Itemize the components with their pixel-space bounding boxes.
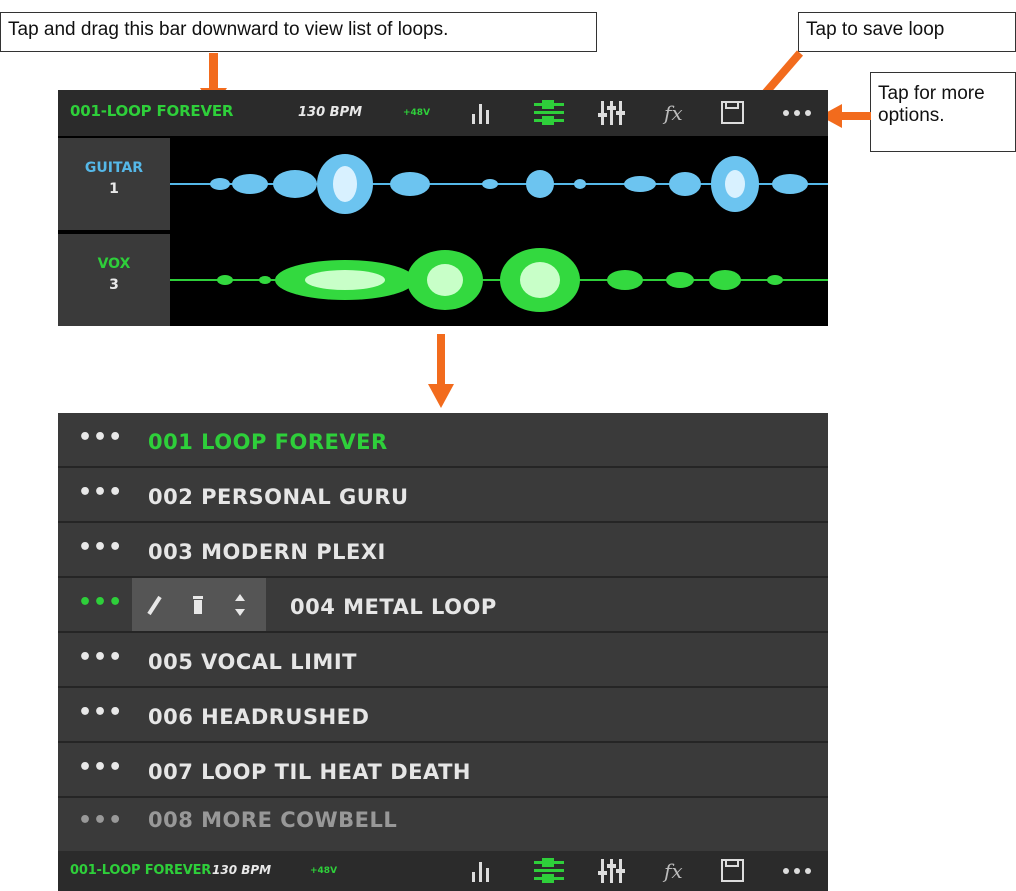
track-number: 1 — [109, 181, 119, 197]
loop-name: 003 MODERN PLEXI — [148, 540, 386, 564]
more-icon[interactable] — [782, 108, 816, 118]
track-label-guitar[interactable]: GUITAR 1 — [58, 138, 170, 230]
fx-icon[interactable]: fx — [662, 99, 688, 127]
tracks-icon[interactable] — [532, 857, 566, 885]
edit-tools — [132, 578, 266, 631]
more-options-dots[interactable]: ••• — [78, 425, 123, 450]
save-icon[interactable] — [720, 858, 746, 884]
loop-name: 001 LOOP FOREVER — [148, 430, 388, 454]
list-item[interactable]: ••• 002 PERSONAL GURU — [58, 468, 828, 523]
more-options-dots[interactable]: ••• — [78, 700, 123, 725]
list-item[interactable]: ••• 001 LOOP FOREVER — [58, 413, 828, 468]
list-item[interactable]: ••• 007 LOOP TIL HEAT DEATH — [58, 743, 828, 798]
mixer-icon[interactable] — [598, 99, 626, 127]
reorder-icon[interactable] — [232, 592, 248, 618]
more-options-dots[interactable]: ••• — [78, 645, 123, 670]
bpm-display: 130 BPM — [298, 105, 363, 120]
drag-arrow-shaft — [209, 53, 218, 93]
rename-icon[interactable] — [146, 594, 164, 616]
loop-name: 002 PERSONAL GURU — [148, 485, 409, 509]
loop-name: 005 VOCAL LIMIT — [148, 650, 357, 674]
more-options-dots[interactable]: ••• — [78, 480, 123, 505]
trash-icon[interactable] — [189, 594, 207, 616]
looper-screen: 001-LOOP FOREVER 130 BPM +48V fx GUITAR … — [58, 90, 828, 326]
track-label-vox[interactable]: VOX 3 — [58, 234, 170, 326]
loop-name: 001-LOOP FOREVER — [70, 863, 212, 878]
more-icon[interactable] — [782, 866, 816, 876]
loop-title-bar[interactable]: 001-LOOP FOREVER 130 BPM +48V fx — [58, 851, 828, 891]
list-arrow-head — [428, 384, 454, 408]
levels-icon[interactable] — [470, 100, 496, 126]
save-icon[interactable] — [720, 100, 746, 126]
mixer-icon[interactable] — [598, 857, 626, 885]
loop-name: 004 METAL LOOP — [290, 595, 497, 619]
list-item[interactable]: ••• 005 VOCAL LIMIT — [58, 633, 828, 688]
more-options-dots[interactable]: ••• — [78, 535, 123, 560]
svg-text:fx: fx — [662, 101, 683, 125]
tracks-icon[interactable] — [532, 99, 566, 127]
loop-title-bar[interactable]: 001-LOOP FOREVER 130 BPM +48V fx — [58, 90, 828, 136]
more-options-dots[interactable]: ••• — [78, 808, 123, 833]
vox-waveform — [170, 248, 828, 312]
more-options-dots[interactable]: ••• — [78, 755, 123, 780]
levels-icon[interactable] — [470, 858, 496, 884]
list-item[interactable]: ••• 006 HEADRUSHED — [58, 688, 828, 743]
phantom-power: +48V — [310, 866, 338, 876]
track-name: GUITAR — [84, 160, 144, 176]
list-item-editing[interactable]: ••• 004 METAL LOOP — [58, 578, 828, 633]
fx-icon[interactable]: fx — [662, 857, 688, 885]
more-options-dots[interactable]: ••• — [78, 590, 123, 615]
svg-text:fx: fx — [662, 859, 683, 883]
track-number: 3 — [109, 277, 119, 293]
phantom-power: +48V — [403, 108, 431, 118]
guitar-waveform — [170, 154, 828, 214]
loop-list-screen: ••• 001 LOOP FOREVER ••• 002 PERSONAL GU… — [58, 413, 828, 891]
bpm-display: 130 BPM — [212, 863, 272, 877]
loop-name: 007 LOOP TIL HEAT DEATH — [148, 760, 471, 784]
loop-name: 006 HEADRUSHED — [148, 705, 370, 729]
track-name: VOX — [97, 256, 131, 272]
loop-name: 008 MORE COWBELL — [148, 808, 398, 832]
list-item[interactable]: ••• 008 MORE COWBELL — [58, 798, 828, 853]
list-item[interactable]: ••• 003 MODERN PLEXI — [58, 523, 828, 578]
list-arrow-shaft — [437, 334, 445, 390]
more-arrow-shaft — [838, 112, 871, 120]
loop-name: 001-LOOP FOREVER — [70, 102, 234, 120]
